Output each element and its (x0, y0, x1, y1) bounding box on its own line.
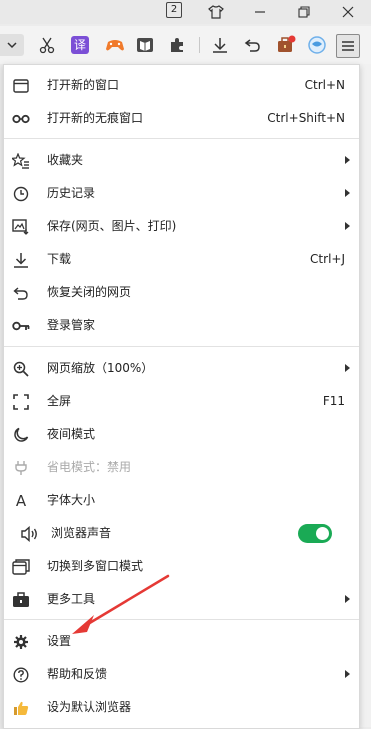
undo-icon (12, 284, 30, 302)
menu-item-new-window[interactable]: 打开新的窗口 Ctrl+N (4, 69, 359, 102)
page-background-strip (360, 64, 371, 727)
submenu-arrow-icon (345, 364, 350, 372)
menu-item-zoom[interactable]: 网页缩放（100%） (4, 352, 359, 385)
menu-item-label: 全屏 (47, 394, 72, 408)
menu-divider (4, 619, 359, 620)
menu-item-label: 登录管家 (47, 318, 96, 332)
menu-item-label: 切换到多窗口模式 (47, 559, 144, 573)
zoom-in-icon (12, 360, 30, 378)
menu-item-label: 收藏夹 (47, 153, 84, 167)
tshirt-icon[interactable] (207, 3, 225, 21)
menu-item-restore-closed[interactable]: 恢复关闭的网页 (4, 276, 359, 309)
shortcut-label: F11 (322, 394, 345, 408)
menu-divider (4, 138, 359, 139)
menu-item-incognito[interactable]: 打开新的无痕窗口 Ctrl+Shift+N (4, 102, 359, 135)
translate-label: 译 (71, 36, 89, 54)
menu-item-favorites[interactable]: 收藏夹 (4, 144, 359, 177)
tab-count-badge[interactable]: 2 (166, 2, 182, 18)
toolbox-icon (12, 591, 30, 609)
menu-item-label: 设为默认浏览器 (47, 700, 132, 714)
plug-icon (12, 459, 30, 477)
shortcut-label: Ctrl+Shift+N (267, 111, 345, 125)
star-list-icon (12, 152, 30, 170)
moon-icon (12, 426, 30, 444)
menu-item-download[interactable]: 下载 Ctrl+J (4, 243, 359, 276)
font-icon: A (15, 492, 27, 510)
undo-icon[interactable] (242, 34, 264, 56)
extensions-icon[interactable] (166, 34, 188, 56)
submenu-arrow-icon (345, 189, 350, 197)
menu-item-label: 帮助和反馈 (47, 667, 108, 681)
sound-toggle[interactable] (298, 524, 332, 543)
download-icon[interactable] (209, 34, 231, 56)
browser-logo-icon[interactable] (306, 34, 328, 56)
menu-item-login-manager[interactable]: 登录管家 (4, 309, 359, 342)
download-icon (12, 251, 30, 269)
menu-item-history[interactable]: 历史记录 (4, 177, 359, 210)
menu-item-label: 设置 (47, 634, 72, 648)
gear-icon (12, 633, 30, 651)
menu-item-label: 打开新的窗口 (47, 78, 120, 92)
submenu-arrow-icon (345, 222, 350, 230)
close-icon[interactable] (339, 3, 357, 21)
menu-item-help[interactable]: 帮助和反馈 (4, 658, 359, 691)
speaker-icon (21, 525, 39, 543)
window-icon (12, 77, 30, 95)
menu-item-fullscreen[interactable]: 全屏 F11 (4, 385, 359, 418)
menu-item-settings[interactable]: 设置 (4, 625, 359, 658)
menu-item-font-size[interactable]: A 字体大小 (4, 484, 359, 517)
menu-item-label: 历史记录 (47, 186, 96, 200)
toggle-knob (316, 527, 329, 540)
menu-divider (4, 346, 359, 347)
submenu-arrow-icon (345, 670, 350, 678)
menu-icon[interactable] (336, 34, 360, 58)
incognito-icon (12, 110, 30, 128)
menu-item-night-mode[interactable]: 夜间模式 (4, 418, 359, 451)
browser-toolbar: 译 (0, 26, 371, 64)
menu-item-save[interactable]: 保存(网页、图片、打印) (4, 210, 359, 243)
fullscreen-icon (12, 393, 30, 411)
menu-item-label: 下载 (47, 252, 72, 266)
multi-window-icon (12, 558, 30, 576)
menu-item-label: 恢复关闭的网页 (47, 285, 132, 299)
title-bar: 2 (0, 0, 371, 24)
shortcut-label: Ctrl+J (310, 252, 345, 266)
game-icon[interactable] (104, 34, 126, 56)
menu-item-more-tools[interactable]: 更多工具 (4, 583, 359, 616)
menu-item-label: 打开新的无痕窗口 (47, 111, 144, 125)
menu-item-power-save: 省电模式：禁用 (4, 451, 359, 484)
menu-item-label: 省电模式：禁用 (47, 460, 132, 474)
menu-item-multi-window[interactable]: 切换到多窗口模式 (4, 550, 359, 583)
menu-item-label: 夜间模式 (47, 427, 96, 441)
browser-main-menu: 打开新的窗口 Ctrl+N 打开新的无痕窗口 Ctrl+Shift+N 收藏夹 … (3, 64, 360, 729)
scissors-icon[interactable] (36, 34, 58, 56)
restore-icon[interactable] (295, 3, 313, 21)
save-page-icon (12, 218, 30, 236)
thumbs-up-icon (12, 699, 30, 717)
menu-item-label: 字体大小 (47, 493, 96, 507)
key-icon (12, 317, 30, 335)
menu-item-sound[interactable]: 浏览器声音 (4, 517, 359, 550)
translate-icon[interactable]: 译 (69, 34, 91, 56)
chevron-down-icon[interactable] (0, 34, 24, 56)
shortcut-label: Ctrl+N (304, 78, 345, 92)
clock-icon (12, 185, 30, 203)
menu-item-label: 更多工具 (47, 592, 96, 606)
toolbar-divider (199, 37, 200, 53)
minimize-icon[interactable] (251, 3, 269, 21)
toolbox-icon[interactable] (275, 34, 297, 56)
reader-icon[interactable] (134, 34, 156, 56)
menu-item-label: 浏览器声音 (51, 526, 112, 540)
submenu-arrow-icon (345, 156, 350, 164)
submenu-arrow-icon (345, 595, 350, 603)
menu-item-label: 保存(网页、图片、打印) (47, 219, 177, 233)
menu-item-default-browser[interactable]: 设为默认浏览器 (4, 691, 359, 724)
menu-item-label: 网页缩放（100%） (47, 361, 154, 375)
help-icon (12, 666, 30, 684)
